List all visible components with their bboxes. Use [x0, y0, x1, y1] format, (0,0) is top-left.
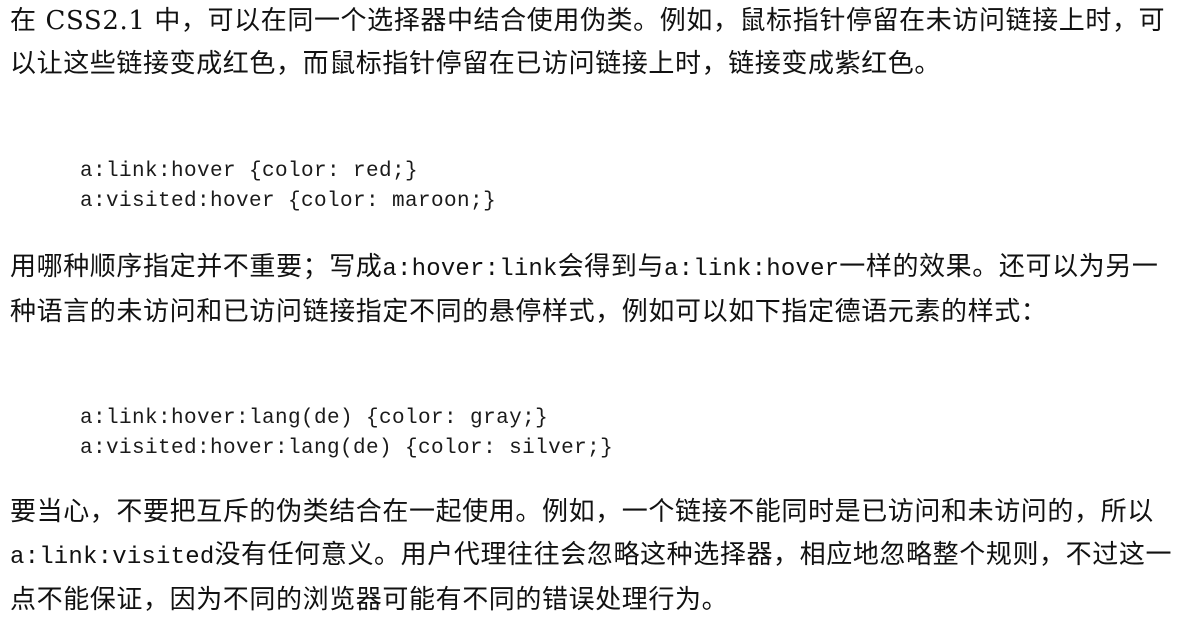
paragraph-mutually-exclusive-warning: 要当心，不要把互斥的伪类结合在一起使用。例如，一个链接不能同时是已访问和未访问的… — [10, 491, 1182, 622]
paragraph-text: 要当心，不要把互斥的伪类结合在一起使用。例如，一个链接不能同时是已访问和未访问的… — [10, 497, 1154, 527]
paragraph-text: 在 CSS2.1 中，可以在同一个选择器中结合使用伪类。例如，鼠标指针停留在未访… — [10, 6, 1166, 79]
paragraph-order-and-language: 用哪种顺序指定并不重要；写成a:hover:link会得到与a:link:hov… — [10, 246, 1182, 334]
paragraph-pseudo-class-combination: 在 CSS2.1 中，可以在同一个选择器中结合使用伪类。例如，鼠标指针停留在未访… — [10, 0, 1182, 86]
code-line: a:link:hover:lang(de) {color: gray;} — [80, 407, 549, 430]
code-line: a:link:hover {color: red;} — [80, 160, 419, 183]
inline-code: a:hover:link — [382, 256, 558, 283]
paragraph-text: 会得到与 — [557, 252, 665, 282]
inline-code: a:link:visited — [10, 544, 215, 571]
code-block-language-hover: a:link:hover:lang(de) {color: gray;} a:vi… — [80, 404, 613, 464]
paragraph-text: 用哪种顺序指定并不重要；写成 — [10, 252, 383, 282]
document-page: 在 CSS2.1 中，可以在同一个选择器中结合使用伪类。例如，鼠标指针停留在未访… — [0, 0, 1192, 624]
code-block-hover-colors: a:link:hover {color: red;} a:visited:hove… — [80, 157, 496, 217]
code-line: a:visited:hover:lang(de) {color: silver;… — [80, 437, 614, 460]
code-line: a:visited:hover {color: maroon;} — [80, 190, 497, 213]
inline-code: a:link:hover — [664, 256, 840, 283]
